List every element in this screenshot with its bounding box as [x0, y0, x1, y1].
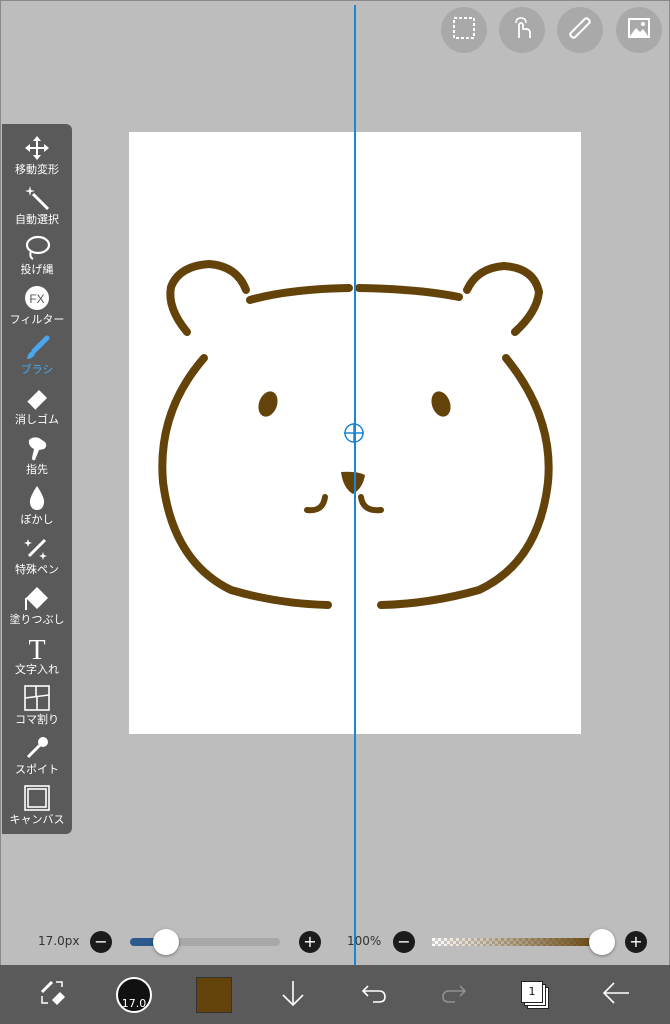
- tool-blur[interactable]: ぼかし: [2, 482, 72, 532]
- selection-icon: [450, 14, 478, 46]
- layer-count: 1: [521, 980, 543, 1003]
- undo-button[interactable]: [352, 965, 396, 1024]
- ruler-button[interactable]: [557, 7, 603, 53]
- lasso-icon: [22, 233, 52, 263]
- finger-smudge-icon: [22, 433, 52, 463]
- image-button[interactable]: [616, 7, 662, 53]
- tool-label: キャンバス: [9, 813, 65, 826]
- tool-panel-divide[interactable]: コマ割り: [2, 682, 72, 732]
- opacity-decrease-button[interactable]: −: [393, 931, 415, 953]
- svg-text:FX: FX: [29, 292, 44, 306]
- undo-icon: [359, 980, 389, 1010]
- tool-label: 特殊ペン: [15, 563, 59, 576]
- brush-size-button[interactable]: 17.0: [112, 965, 156, 1024]
- selection-button[interactable]: [441, 7, 487, 53]
- ruler-icon: [566, 14, 594, 46]
- brush-opacity-slider[interactable]: [432, 938, 602, 946]
- size-slider-thumb[interactable]: [153, 929, 179, 955]
- tool-text[interactable]: T 文字入れ: [2, 632, 72, 682]
- minus-icon: −: [397, 932, 411, 951]
- brush-icon: [22, 333, 52, 363]
- tool-label: 塗りつぶし: [9, 613, 65, 626]
- opacity-slider-thumb[interactable]: [589, 929, 615, 955]
- tool-fill[interactable]: 塗りつぶし: [2, 582, 72, 632]
- tool-label: 文字入れ: [15, 663, 59, 676]
- special-pen-icon: [22, 533, 52, 563]
- brush-swap-button[interactable]: [30, 965, 76, 1024]
- bucket-fill-icon: [22, 583, 52, 613]
- layers-icon: 1: [521, 980, 549, 1009]
- guide-center-handle[interactable]: [344, 423, 364, 443]
- tool-label: スポイト: [15, 763, 59, 776]
- tool-canvas[interactable]: キャンバス: [2, 782, 72, 832]
- tool-brush[interactable]: ブラシ: [2, 332, 72, 382]
- arrow-down-icon: [280, 978, 306, 1012]
- brush-opacity-value: 100%: [347, 934, 382, 948]
- tool-label: コマ割り: [15, 713, 59, 726]
- redo-icon: [439, 980, 469, 1010]
- gesture-button[interactable]: [499, 7, 545, 53]
- symmetry-guide-line[interactable]: [354, 5, 356, 1020]
- color-button[interactable]: [193, 965, 235, 1024]
- redo-button[interactable]: [432, 965, 476, 1024]
- size-increase-button[interactable]: +: [299, 931, 321, 953]
- eraser-icon: [22, 383, 52, 413]
- down-arrow-button[interactable]: [272, 965, 314, 1024]
- bottom-toolbar: 17.0 1: [0, 965, 670, 1024]
- opacity-increase-button[interactable]: +: [625, 931, 647, 953]
- layers-button[interactable]: 1: [512, 965, 556, 1024]
- image-icon: [625, 14, 653, 46]
- plus-icon: +: [303, 932, 317, 951]
- blur-drop-icon: [22, 483, 52, 513]
- tool-label: フィルター: [9, 313, 65, 326]
- tool-move-transform[interactable]: 移動変形: [2, 132, 72, 182]
- minus-icon: −: [94, 932, 108, 951]
- tool-eyedropper[interactable]: スポイト: [2, 732, 72, 782]
- arrow-left-icon: [601, 980, 631, 1010]
- canvas-icon: [22, 783, 52, 813]
- tool-palette: 移動変形 自動選択 投げ縄 FX フィルター ブラシ 消しゴム 指先 ぼかし 特…: [2, 124, 72, 834]
- eyedropper-icon: [22, 733, 52, 763]
- tool-special-pen[interactable]: 特殊ペン: [2, 532, 72, 582]
- tool-eraser[interactable]: 消しゴム: [2, 382, 72, 432]
- brush-eraser-swap-icon: [38, 978, 68, 1012]
- brush-size-badge: 17.0: [121, 996, 147, 1010]
- size-decrease-button[interactable]: −: [90, 931, 112, 953]
- tool-label: ブラシ: [20, 363, 54, 376]
- tool-label: 移動変形: [15, 163, 59, 176]
- tool-label: ぼかし: [20, 513, 54, 526]
- tool-label: 自動選択: [15, 213, 59, 226]
- tool-label: 消しゴム: [15, 413, 59, 426]
- panel-divide-icon: [22, 683, 52, 713]
- plus-icon: +: [629, 932, 643, 951]
- magic-wand-icon: [22, 183, 52, 213]
- move-transform-icon: [22, 133, 52, 163]
- tool-auto-select[interactable]: 自動選択: [2, 182, 72, 232]
- fx-filter-icon: FX: [22, 283, 52, 313]
- tool-label: 投げ縄: [20, 263, 54, 276]
- tool-filter[interactable]: FX フィルター: [2, 282, 72, 332]
- text-icon: T: [22, 633, 52, 663]
- back-button[interactable]: [594, 965, 638, 1024]
- tool-finger[interactable]: 指先: [2, 432, 72, 482]
- tool-lasso[interactable]: 投げ縄: [2, 232, 72, 282]
- brush-size-value: 17.0px: [38, 934, 80, 948]
- svg-text:T: T: [28, 635, 45, 662]
- hand-touch-icon: [508, 14, 536, 46]
- tool-label: 指先: [26, 463, 48, 476]
- brush-size-preview-icon: 17.0: [116, 976, 152, 1013]
- current-color-swatch: [196, 976, 232, 1013]
